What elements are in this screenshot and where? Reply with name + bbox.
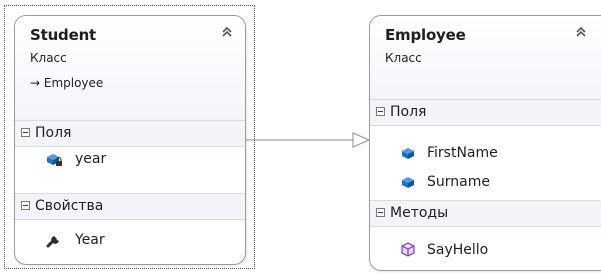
section-methods[interactable]: Методы: [370, 200, 601, 227]
class-name: Student: [30, 26, 97, 44]
member-field[interactable]: FirstName: [370, 141, 601, 166]
member-label: Surname: [427, 174, 490, 190]
section-fields[interactable]: Поля: [370, 99, 601, 126]
class-header: Student Класс → Employee: [15, 16, 245, 121]
class-shape-employee[interactable]: Employee Класс Поля FirstName Surname Ме…: [369, 15, 601, 271]
field-icon: [402, 148, 414, 159]
field-icon: [402, 177, 414, 188]
base-class: → Employee: [30, 76, 104, 90]
member-method[interactable]: SayHello: [370, 238, 601, 263]
member-field[interactable]: Surname: [370, 170, 601, 195]
private-field-icon: [47, 154, 62, 166]
collapse-toggle-icon[interactable]: [376, 107, 385, 116]
class-kind: Класс: [30, 51, 67, 65]
section-label: Поля: [390, 104, 427, 120]
section-label: Поля: [35, 125, 72, 141]
class-name: Employee: [385, 26, 466, 44]
section-properties[interactable]: Свойства: [15, 193, 245, 220]
collapse-chevron-icon[interactable]: [573, 24, 589, 40]
section-label: Методы: [390, 205, 449, 221]
collapse-chevron-icon[interactable]: [219, 24, 235, 40]
wrench-property-icon: [46, 236, 59, 248]
collapse-toggle-icon[interactable]: [376, 208, 385, 217]
class-header: Employee Класс: [370, 16, 601, 100]
member-field[interactable]: year: [15, 147, 245, 172]
class-shape-student[interactable]: Student Класс → Employee Поля year Свойс…: [14, 15, 246, 265]
collapse-toggle-icon[interactable]: [21, 201, 30, 210]
member-label: Year: [75, 232, 105, 248]
collapse-toggle-icon[interactable]: [21, 128, 30, 137]
section-label: Свойства: [35, 198, 104, 214]
member-label: FirstName: [427, 145, 498, 161]
member-property[interactable]: Year: [15, 228, 245, 253]
member-label: SayHello: [427, 242, 489, 258]
method-icon: [401, 242, 415, 257]
section-fields[interactable]: Поля: [15, 120, 245, 147]
class-kind: Класс: [385, 51, 422, 65]
member-label: year: [75, 151, 107, 167]
